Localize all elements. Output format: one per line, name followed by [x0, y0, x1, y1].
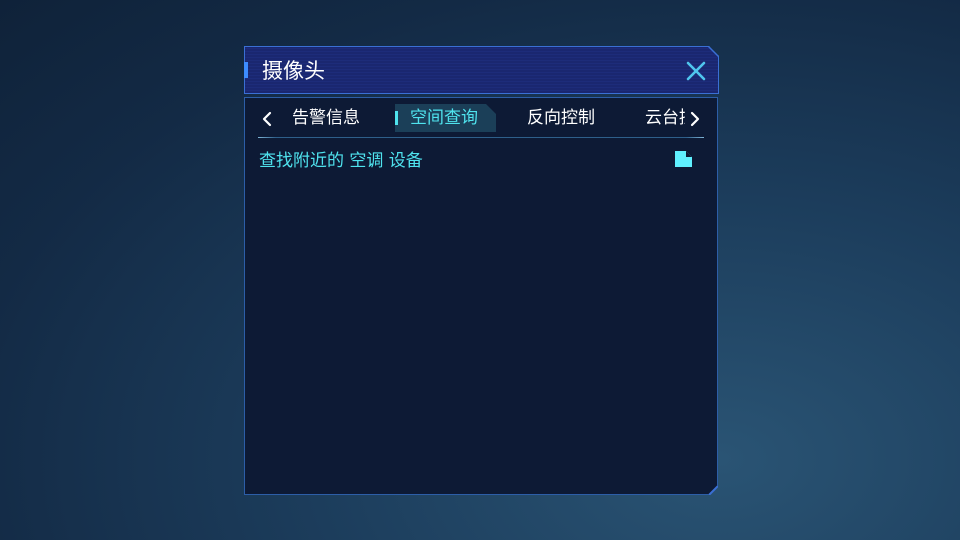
- tab-ptz-control-clip: 云台控制: [645, 104, 685, 132]
- document-button[interactable]: [675, 151, 692, 167]
- tab-spatial-query[interactable]: 空间查询: [410, 104, 478, 132]
- header-accent-bar: [244, 62, 248, 78]
- tab-reverse-control[interactable]: 反向控制: [527, 104, 595, 132]
- close-icon: [686, 61, 706, 81]
- tab-scroll-right-button[interactable]: [687, 108, 703, 130]
- chevron-left-icon: [262, 111, 272, 127]
- tab-alarm-info[interactable]: 告警信息: [292, 104, 360, 132]
- tab-active-marker: [395, 111, 398, 125]
- document-icon: [675, 151, 692, 167]
- close-button[interactable]: [684, 59, 708, 83]
- tab-ptz-control[interactable]: 云台控制: [645, 104, 685, 132]
- header-corner-decoration: [707, 46, 719, 58]
- tab-scroll-left-button[interactable]: [259, 108, 275, 130]
- tab-bar-divider: [258, 137, 704, 138]
- nearby-device-query-link[interactable]: 查找附近的 空调 设备: [259, 149, 423, 173]
- chevron-right-icon: [690, 111, 700, 127]
- body-corner-decoration: [708, 485, 718, 495]
- panel-title: 摄像头: [262, 59, 325, 83]
